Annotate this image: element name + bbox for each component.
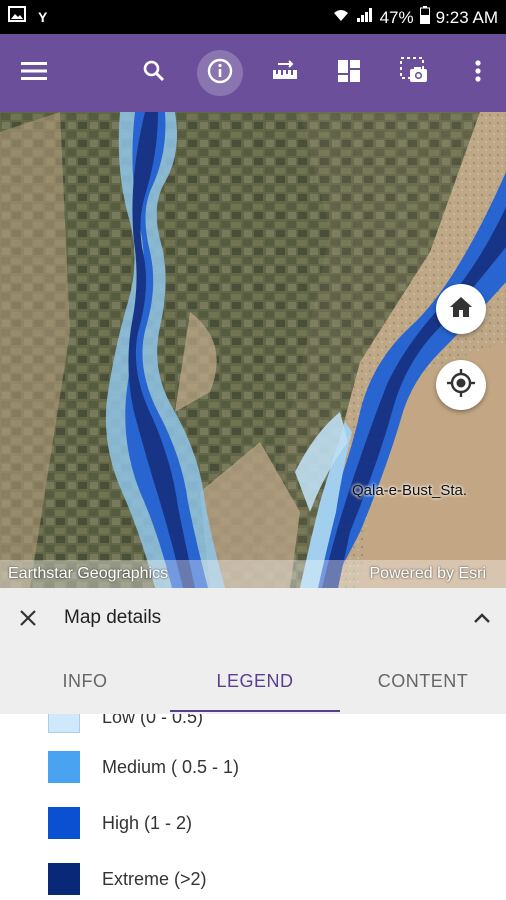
info-button[interactable]	[197, 50, 243, 96]
legend-label: Low (0 - 0.5)	[102, 714, 204, 727]
close-details-button[interactable]	[12, 604, 44, 636]
search-button[interactable]	[131, 50, 177, 96]
chevron-up-icon	[473, 611, 491, 629]
attribution-powered-by[interactable]: Powered by Esri	[370, 565, 487, 583]
collapse-panel-button[interactable]	[466, 604, 498, 636]
details-header: Map details	[0, 588, 506, 650]
legend-swatch-medium	[48, 751, 80, 783]
my-location-button[interactable]	[436, 360, 486, 410]
battery-icon	[419, 6, 430, 29]
app-toolbar	[0, 34, 506, 112]
legend-item-extreme: Extreme (>2)	[48, 862, 207, 896]
legend-list: Low (0 - 0.5) Medium ( 0.5 - 1) High (1 …	[0, 714, 506, 900]
tab-legend[interactable]: LEGEND	[170, 650, 340, 712]
tab-content[interactable]: CONTENT	[340, 650, 506, 712]
menu-icon	[20, 60, 48, 87]
battery-percent: 47%	[379, 7, 414, 27]
map-view[interactable]: Qala-e-Bust_Sta. Earthstar Geographics P…	[0, 112, 506, 588]
carrier-indicator: Y	[38, 8, 48, 25]
search-icon	[142, 59, 166, 88]
basemap-icon	[337, 59, 361, 88]
tab-info[interactable]: INFO	[0, 650, 170, 712]
satellite-imagery	[0, 112, 506, 588]
close-icon	[19, 609, 37, 632]
menu-button[interactable]	[11, 50, 57, 96]
legend-swatch-high	[48, 807, 80, 839]
more-vert-icon	[474, 59, 482, 88]
more-options-button[interactable]	[455, 50, 501, 96]
image-icon	[8, 6, 26, 27]
legend-label: Extreme (>2)	[102, 868, 207, 889]
map-attribution: Earthstar Geographics Powered by Esri	[0, 560, 506, 588]
screenshot-button[interactable]	[391, 50, 437, 96]
home-button[interactable]	[436, 284, 486, 334]
status-bar: Y 47% 9:23 AM	[0, 0, 506, 34]
basemap-button[interactable]	[326, 50, 372, 96]
map-details-panel: Map details INFO LEGEND CONTENT	[0, 588, 506, 714]
clock: 9:23 AM	[435, 7, 498, 27]
measure-icon	[272, 59, 298, 87]
legend-swatch-low	[48, 714, 80, 733]
legend-swatch-extreme	[48, 863, 80, 895]
info-icon	[207, 58, 233, 89]
legend-item-medium: Medium ( 0.5 - 1)	[48, 750, 239, 784]
legend-label: High (1 - 2)	[102, 812, 193, 833]
screenshot-icon	[400, 56, 428, 90]
wifi-icon	[332, 7, 350, 28]
signal-icon	[356, 7, 374, 28]
attribution-source: Earthstar Geographics	[8, 565, 169, 582]
legend-item-low: Low (0 - 0.5)	[48, 714, 203, 734]
home-icon	[449, 296, 473, 323]
details-tabs: INFO LEGEND CONTENT	[0, 650, 506, 712]
measure-button[interactable]	[262, 50, 308, 96]
legend-item-high: High (1 - 2)	[48, 806, 192, 840]
details-title: Map details	[64, 607, 162, 628]
my-location-icon	[447, 368, 475, 402]
map-place-label: Qala-e-Bust_Sta.	[352, 482, 468, 499]
legend-label: Medium ( 0.5 - 1)	[102, 756, 240, 777]
